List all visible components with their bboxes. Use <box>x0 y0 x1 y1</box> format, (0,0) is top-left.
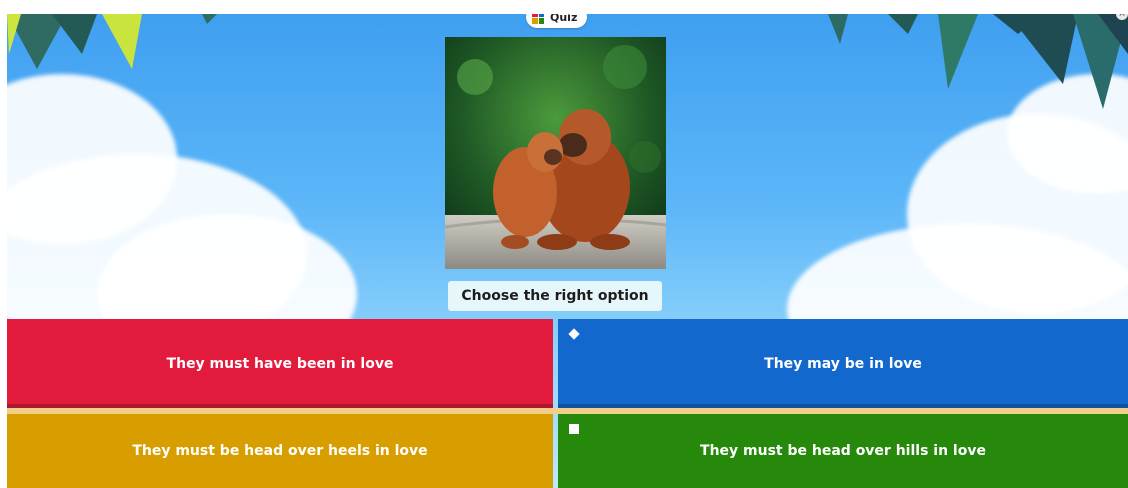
answer-label: They may be in love <box>764 355 922 372</box>
quiz-logo-icon <box>532 14 544 24</box>
leaves-top-left <box>7 14 217 69</box>
leaves-top-right <box>828 14 1128 109</box>
answer-label: They must have been in love <box>166 355 394 372</box>
answer-option-red[interactable]: They must have been in love <box>7 319 553 408</box>
two-orangutans-image <box>445 37 666 269</box>
question-prompt: Choose the right option <box>448 281 662 311</box>
answer-label: They must be head over heels in love <box>132 443 428 459</box>
answer-option-green[interactable]: They must be head over hills in love <box>558 414 1128 488</box>
answer-option-blue[interactable]: They may be in love <box>558 319 1128 408</box>
answer-option-yellow[interactable]: They must be head over heels in love <box>7 414 553 488</box>
answer-label: They must be head over hills in love <box>700 443 986 459</box>
quiz-badge-label: Quiz <box>550 14 578 24</box>
square-icon <box>569 424 579 434</box>
quiz-badge: Quiz <box>526 14 588 28</box>
diamond-icon <box>568 328 580 340</box>
